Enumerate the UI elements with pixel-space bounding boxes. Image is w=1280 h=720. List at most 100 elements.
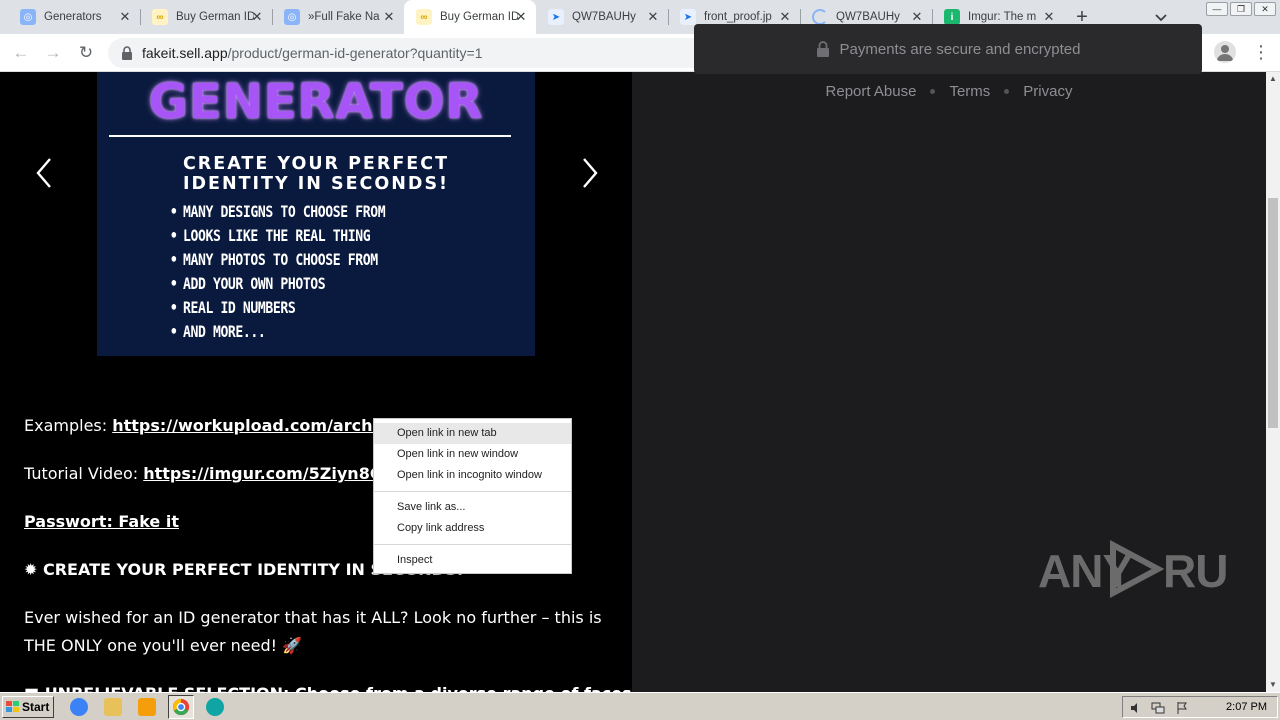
tab-label: Buy German ID [176, 11, 254, 23]
image-title: GENERATOR [148, 74, 484, 130]
report-abuse-link[interactable]: Report Abuse [826, 83, 917, 100]
separator-dot [1004, 89, 1010, 94]
close-tab-icon[interactable]: ✕ [778, 10, 792, 24]
close-window-button[interactable]: ✕ [1254, 2, 1276, 16]
examples-label: Examples: [24, 416, 113, 435]
tab-buy-german-id-active[interactable]: ∞ Buy German ID ✕ [404, 0, 536, 34]
ie-icon[interactable] [70, 698, 88, 716]
image-bullet: AND MORE... [183, 320, 385, 344]
tab-qw7bauhy[interactable]: ➤ QW7BAUHy ✕ [536, 0, 669, 34]
profile-avatar-icon[interactable] [1214, 41, 1236, 63]
carousel-prev-icon[interactable] [32, 156, 58, 190]
page-scrollbar[interactable]: ▲ ▼ [1266, 72, 1280, 692]
close-tab-icon[interactable]: ✕ [646, 10, 660, 24]
close-tab-icon[interactable]: ✕ [1042, 10, 1056, 24]
chrome-taskbar-button[interactable] [168, 695, 194, 719]
menu-separator [374, 491, 571, 492]
privacy-link[interactable]: Privacy [1023, 83, 1072, 100]
selection-line: ■ UNBELIEVABLE SELECTION: Choose from a … [24, 684, 700, 692]
reload-icon[interactable]: ↻ [75, 42, 97, 64]
tab-label: front_proof.jp [704, 11, 772, 23]
tab-label: Imgur: The m [968, 11, 1037, 23]
close-tab-icon[interactable]: ✕ [250, 10, 264, 24]
close-tab-icon[interactable]: ✕ [118, 10, 132, 24]
anyrun-logo: ANY RUN [1038, 540, 1230, 598]
intro-paragraph: Ever wished for an ID generator that has… [24, 608, 602, 655]
product-column: GENERATOR CREATE YOUR PERFECT IDENTITY I… [0, 72, 700, 692]
close-tab-icon[interactable]: ✕ [910, 10, 924, 24]
forward-icon[interactable]: → [42, 42, 64, 64]
secure-payments-banner: Payments are secure and encrypted [694, 24, 1202, 74]
password-line: Passwort: Fake it [24, 512, 179, 531]
menu-save-link[interactable]: Save link as... [374, 497, 571, 518]
menu-open-new-window[interactable]: Open link in new window [374, 444, 571, 465]
url-text[interactable]: fakeit.sell.app/product/german-id-genera… [142, 45, 483, 61]
minimize-button[interactable]: — [1206, 2, 1228, 16]
clock[interactable]: 2:07 PM [1226, 701, 1267, 713]
scroll-up-arrow-icon[interactable]: ▲ [1266, 72, 1280, 86]
menu-copy-link[interactable]: Copy link address [374, 518, 571, 539]
kebab-menu-icon[interactable]: ⋮ [1252, 42, 1270, 62]
tutorial-label: Tutorial Video: [24, 464, 144, 483]
separator-dot [930, 89, 936, 94]
tab-label: Buy German ID [440, 11, 518, 23]
image-bullet: MANY PHOTOS TO CHOOSE FROM [183, 248, 385, 272]
image-divider [109, 135, 511, 137]
restore-button[interactable]: ❐ [1230, 2, 1252, 16]
product-image: GENERATOR CREATE YOUR PERFECT IDENTITY I… [97, 72, 535, 356]
close-tab-icon[interactable]: ✕ [514, 10, 528, 24]
imgur-icon: i [944, 9, 960, 25]
menu-separator [374, 544, 571, 545]
carousel-next-icon[interactable] [576, 156, 602, 190]
window-controls: — ❐ ✕ [1206, 2, 1276, 16]
globe-icon: ◎ [20, 9, 36, 25]
anyrun-watermark: ANY RUN [1038, 537, 1230, 601]
tab-buy-german-id[interactable]: ∞ Buy German ID ✕ [140, 0, 273, 34]
tab-label: Generators [44, 11, 102, 23]
tab-label: QW7BAUHy [572, 11, 636, 23]
sparkle-icon: ✹ [24, 560, 38, 579]
tab-generators[interactable]: ◎ Generators ✕ [8, 0, 141, 34]
lock-icon [816, 41, 829, 57]
windows-flag-icon [6, 701, 19, 712]
sellapp-icon: ∞ [152, 9, 168, 25]
tab-label: »Full Fake Na [308, 11, 380, 23]
image-bullet: MANY DESIGNS TO CHOOSE FROM [183, 200, 386, 224]
workupload-icon: ➤ [680, 9, 696, 25]
start-button[interactable]: Start [2, 696, 54, 718]
close-tab-icon[interactable]: ✕ [382, 10, 396, 24]
lock-icon[interactable] [120, 46, 134, 60]
menu-open-new-tab[interactable]: Open link in new tab [374, 423, 571, 444]
image-bullets: MANY DESIGNS TO CHOOSE FROM LOOKS LIKE T… [183, 200, 430, 344]
tutorial-line: Tutorial Video: https://imgur.com/5Ziyn8… [24, 464, 383, 483]
globe-icon: ◎ [284, 9, 300, 25]
sellapp-icon: ∞ [416, 9, 432, 25]
menu-inspect[interactable]: Inspect [374, 550, 571, 571]
tutorial-link[interactable]: https://imgur.com/5Ziyn8G [143, 464, 383, 483]
loading-icon [812, 9, 828, 25]
action-center-flag-icon[interactable] [1175, 701, 1189, 715]
back-icon[interactable]: ← [10, 42, 32, 64]
explorer-folder-icon[interactable] [104, 698, 122, 716]
volume-icon[interactable] [1129, 701, 1143, 715]
windows-taskbar: Start 2:07 PM [0, 692, 1280, 720]
image-bullet: REAL ID NUMBERS [183, 296, 385, 320]
edge-icon[interactable] [206, 698, 224, 716]
password-text: Passwort: Fake it [24, 512, 179, 531]
media-player-icon[interactable] [138, 698, 156, 716]
system-tray: 2:07 PM [1122, 696, 1278, 718]
image-headline: CREATE YOUR PERFECT IDENTITY IN SECONDS! [182, 154, 450, 194]
tab-label: QW7BAUHy [836, 11, 900, 23]
svg-text:RUN: RUN [1163, 545, 1230, 597]
terms-link[interactable]: Terms [949, 83, 990, 100]
chrome-icon [172, 698, 190, 716]
image-bullet: LOOKS LIKE THE REAL THING [183, 224, 385, 248]
scroll-thumb[interactable] [1268, 198, 1278, 428]
secure-text: Payments are secure and encrypted [839, 40, 1081, 58]
image-bullet: ADD YOUR OWN PHOTOS [183, 272, 385, 296]
tab-full-fake-name[interactable]: ◎ »Full Fake Na ✕ [272, 0, 405, 34]
network-icon[interactable] [1151, 701, 1165, 715]
footer-links: Report Abuse Terms Privacy [632, 83, 1266, 100]
scroll-down-arrow-icon[interactable]: ▼ [1266, 678, 1280, 692]
menu-open-incognito[interactable]: Open link in incognito window [374, 465, 571, 486]
